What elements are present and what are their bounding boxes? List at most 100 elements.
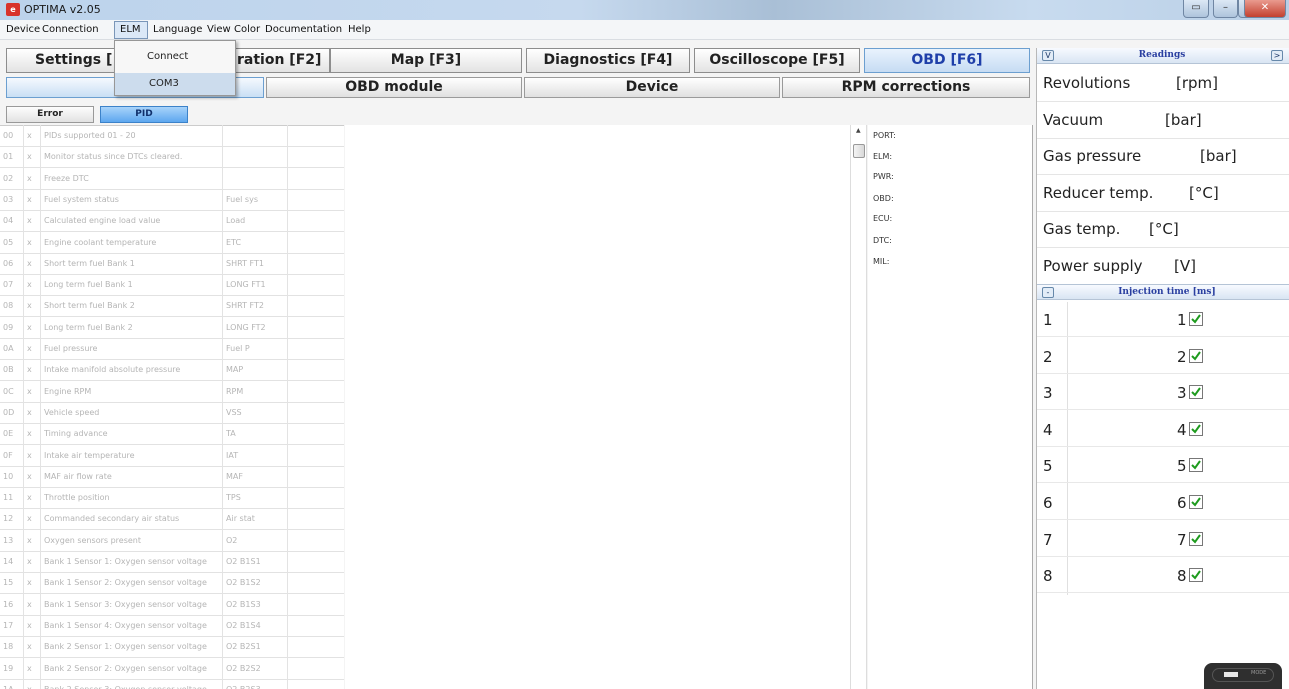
pid-row[interactable]: 14 x Bank 1 Sensor 1: Oxygen sensor voltag… (0, 552, 344, 573)
menu-view[interactable]: View (207, 24, 231, 35)
dropdown-item-com3[interactable]: COM3 (115, 73, 235, 95)
pid-short-name: MAF (226, 471, 243, 481)
pid-row[interactable]: 0D x Vehicle speed VSS (0, 403, 344, 424)
collapse-icon[interactable]: V (1042, 50, 1054, 61)
expand-right-icon[interactable]: > (1271, 50, 1283, 61)
subtab-rpm-corrections[interactable]: RPM corrections (782, 77, 1030, 98)
scroll-thumb[interactable] (853, 144, 865, 158)
pid-row[interactable]: 0E x Timing advance TA (0, 424, 344, 446)
injection-row: 88 (1037, 558, 1289, 594)
pid-row[interactable]: 04 x Calculated engine load value Load (0, 211, 344, 233)
scrollbar[interactable]: ▲ (850, 125, 867, 689)
pid-name: Bank 2 Sensor 3: Oxygen sensor voltage (44, 685, 222, 689)
pid-row[interactable]: 0A x Fuel pressure Fuel P (0, 339, 344, 360)
pid-row[interactable]: 17 x Bank 1 Sensor 4: Oxygen sensor voltag… (0, 616, 344, 637)
pid-short-name: RPM (226, 386, 244, 396)
pid-row[interactable]: 16 x Bank 1 Sensor 3: Oxygen sensor voltag… (0, 595, 344, 616)
pid-code: 08 (3, 301, 14, 311)
menu-documentation[interactable]: Documentation (265, 24, 342, 35)
dropdown-item-connect[interactable]: Connect (115, 41, 235, 71)
menu-elm[interactable]: ELM (120, 24, 141, 35)
pid-name: Engine RPM (44, 386, 92, 396)
pid-x-marker: x (27, 535, 32, 545)
pid-row[interactable]: 19 x Bank 2 Sensor 2: Oxygen sensor voltag… (0, 659, 344, 680)
window-title: OPTIMA v2.05 (24, 3, 101, 16)
injector-toggle-label: 4 (1177, 420, 1187, 439)
pid-row[interactable]: 15 x Bank 1 Sensor 2: Oxygen sensor voltag… (0, 573, 344, 595)
pid-row[interactable]: 07 x Long term fuel Bank 1 LONG FT1 (0, 275, 344, 297)
injector-checkbox[interactable] (1189, 568, 1203, 583)
pid-row[interactable]: 05 x Engine coolant temperature ETC (0, 233, 344, 254)
pid-row[interactable]: 0C x Engine RPM RPM (0, 382, 344, 403)
info-elm-label: ELM: (873, 152, 893, 161)
info-ecu-label: ECU: (873, 214, 893, 223)
injector-checkbox[interactable] (1189, 531, 1203, 546)
pid-row[interactable]: 18 x Bank 2 Sensor 1: Oxygen sensor voltag… (0, 637, 344, 659)
readings-title: Readings (1138, 50, 1186, 60)
pid-code: 0E (3, 429, 14, 439)
readings-panel: V Readings > Revolutions [rpm] Vacuum [bar]… (1036, 48, 1289, 689)
minimize-button[interactable]: – (1213, 0, 1238, 18)
menu-language[interactable]: Language (153, 24, 202, 35)
tab-oscilloscope[interactable]: Oscilloscope [F5] (694, 48, 860, 73)
pid-code: 0D (3, 407, 15, 417)
injector-checkbox[interactable] (1189, 312, 1203, 326)
injector-checkbox[interactable] (1189, 348, 1203, 363)
collapse-icon[interactable]: - (1042, 287, 1054, 298)
mode-switch-widget[interactable]: MODE (1204, 663, 1282, 689)
close-button[interactable]: ✕ (1244, 0, 1286, 18)
tab-obd[interactable]: OBD [F6] (864, 48, 1030, 73)
reading-unit: [bar] (1200, 147, 1237, 165)
injector-number: 4 (1043, 420, 1053, 439)
restore-small-button[interactable]: ▭ (1183, 0, 1209, 18)
pid-row[interactable]: 02 x Freeze DTC (0, 169, 344, 190)
reading-label: Reducer temp. (1043, 183, 1154, 202)
pid-short-name: O2 B1S4 (226, 620, 261, 630)
pid-row[interactable]: 1A x Bank 2 Sensor 3: Oxygen sensor voltag… (0, 680, 344, 689)
tab-diagnostics[interactable]: Diagnostics [F4] (526, 48, 690, 73)
pid-short-name: LONG FT1 (226, 280, 266, 290)
error-button[interactable]: Error (6, 106, 94, 123)
injector-checkbox[interactable] (1189, 421, 1203, 436)
pid-code: 10 (3, 471, 14, 481)
pid-row[interactable]: 10 x MAF air flow rate MAF (0, 467, 344, 488)
menu-help[interactable]: Help (348, 24, 371, 35)
pid-name: Bank 1 Sensor 4: Oxygen sensor voltage (44, 620, 207, 630)
pid-row[interactable]: 12 x Commanded secondary air status Air sta… (0, 509, 344, 531)
check-icon (1191, 534, 1201, 544)
pid-row[interactable]: 0F x Intake air temperature IAT (0, 446, 344, 467)
menu-connection[interactable]: Connection (42, 24, 99, 35)
tab-map[interactable]: Map [F3] (330, 48, 522, 73)
injector-checkbox[interactable] (1189, 495, 1203, 509)
pid-short-name: O2 (226, 535, 238, 545)
pid-code: 05 (3, 237, 14, 247)
pid-row[interactable]: 03 x Fuel system status Fuel sys (0, 190, 344, 211)
pid-row[interactable]: 06 x Short term fuel Bank 1 SHRT FT1 (0, 254, 344, 275)
injector-checkbox[interactable] (1189, 385, 1203, 400)
pid-row[interactable]: 01 x Monitor status since DTCs cleared. (0, 147, 344, 169)
pid-row[interactable]: 00 x PIDs supported 01 - 20 (0, 126, 344, 147)
info-dtc-label: DTC: (873, 236, 892, 245)
pid-code: 00 (3, 131, 14, 140)
pid-button[interactable]: PID (100, 106, 188, 123)
pid-name: Short term fuel Bank 1 (44, 258, 135, 268)
pid-row[interactable]: 0B x Intake manifold absolute pressure MAP (0, 360, 344, 382)
scroll-up-icon[interactable]: ▲ (856, 127, 861, 134)
subtab-device[interactable]: Device (524, 77, 780, 98)
menu-device[interactable]: Device (6, 24, 40, 35)
connection-info-panel: PORT: ELM: PWR: OBD: ECU: DTC: MIL: (868, 125, 1033, 689)
pid-x-marker: x (27, 620, 32, 630)
injector-toggle-label: 7 (1177, 530, 1187, 549)
pid-x-marker: x (27, 322, 32, 332)
pid-row[interactable]: 13 x Oxygen sensors present O2 (0, 531, 344, 552)
subtab-obd-module[interactable]: OBD module (266, 77, 522, 98)
pid-row[interactable]: 11 x Throttle position TPS (0, 488, 344, 510)
pid-name: Commanded secondary air status (44, 514, 180, 524)
menu-color[interactable]: Color (234, 24, 260, 35)
pid-row[interactable]: 08 x Short term fuel Bank 2 SHRT FT2 (0, 296, 344, 318)
injector-checkbox[interactable] (1189, 458, 1203, 473)
pid-row[interactable]: 09 x Long term fuel Bank 2 LONG FT2 (0, 318, 344, 339)
check-icon (1191, 570, 1201, 580)
pid-x-marker: x (27, 471, 32, 481)
pid-name: Timing advance (44, 429, 108, 439)
